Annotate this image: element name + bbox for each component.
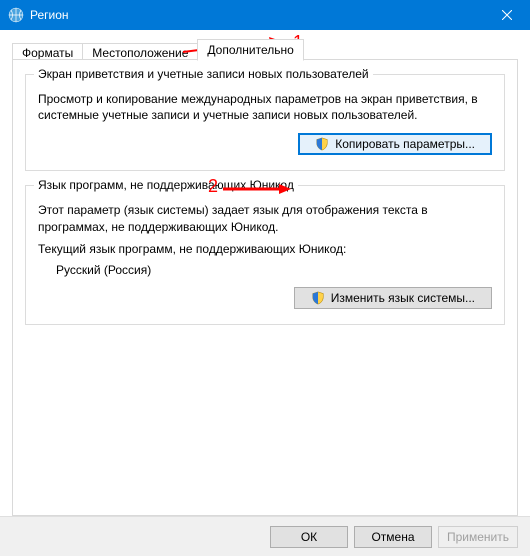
cancel-button[interactable]: Отмена [354,526,432,548]
dialog-content: Форматы Местоположение Дополнительно Экр… [0,30,530,516]
apply-button[interactable]: Применить [438,526,518,548]
current-language-label: Текущий язык программ, не поддерживающих… [38,241,492,257]
tab-location-label: Местоположение [92,46,188,60]
group-nonunicode: Язык программ, не поддерживающих Юникод … [25,185,505,325]
titlebar: Регион [0,0,530,30]
group-nonunicode-desc: Этот параметр (язык системы) задает язык… [38,202,492,234]
copy-settings-button[interactable]: Копировать параметры... [298,133,492,155]
ok-label: ОК [301,530,317,544]
shield-icon [315,137,329,151]
tab-strip: Форматы Местоположение Дополнительно [12,38,518,60]
close-button[interactable] [484,0,530,30]
dialog-footer: ОК Отмена Применить [0,516,530,556]
ok-button[interactable]: ОК [270,526,348,548]
group-welcome-title: Экран приветствия и учетные записи новых… [34,67,373,81]
group-welcome-screen: Экран приветствия и учетные записи новых… [25,74,505,171]
copy-settings-label: Копировать параметры... [335,137,475,151]
current-language-value: Русский (Россия) [56,263,492,277]
tab-advanced-label: Дополнительно [207,43,293,57]
group-welcome-desc: Просмотр и копирование международных пар… [38,91,492,123]
close-icon [502,10,512,20]
cancel-label: Отмена [371,530,414,544]
window-title: Регион [30,8,484,22]
change-system-locale-label: Изменить язык системы... [331,291,475,305]
shield-icon [311,291,325,305]
apply-label: Применить [447,530,509,544]
tab-advanced[interactable]: Дополнительно [197,39,303,61]
change-system-locale-button[interactable]: Изменить язык системы... [294,287,492,309]
tab-page-advanced: Экран приветствия и учетные записи новых… [12,60,518,516]
group-nonunicode-title: Язык программ, не поддерживающих Юникод [34,178,298,192]
globe-icon [8,7,24,23]
tab-formats-label: Форматы [22,46,73,60]
